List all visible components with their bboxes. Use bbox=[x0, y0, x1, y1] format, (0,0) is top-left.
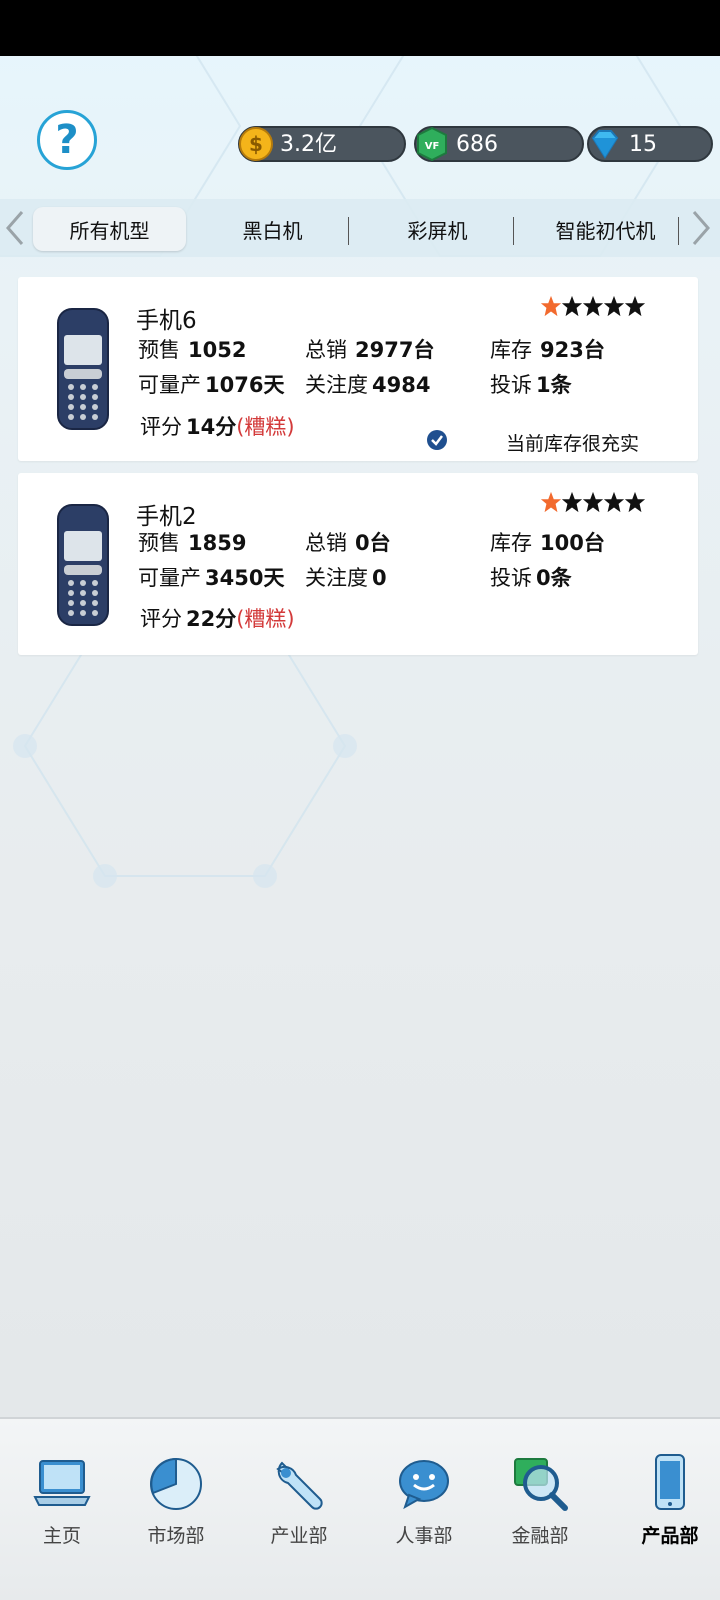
gold-value: 3.2亿 bbox=[280, 132, 337, 157]
tab-early-smartphone[interactable]: 智能初代机 bbox=[523, 207, 688, 251]
tab-divider bbox=[678, 217, 679, 245]
gold-coin-icon: $ bbox=[239, 127, 273, 161]
phone-image bbox=[57, 504, 109, 626]
star-empty-icon bbox=[624, 491, 646, 513]
nav-home[interactable]: 主页 bbox=[12, 1453, 112, 1563]
checkmark-circle-icon[interactable] bbox=[426, 429, 448, 451]
tab-divider bbox=[513, 217, 514, 245]
total-sales-stat: 总销 0台 bbox=[305, 531, 391, 555]
rating-note: (糟糕) bbox=[236, 607, 295, 631]
nav-market[interactable]: 市场部 bbox=[126, 1453, 226, 1563]
producible-stat: 可量产 1076天 bbox=[138, 373, 285, 397]
product-name: 手机2 bbox=[136, 504, 197, 530]
nav-label: 产品部 bbox=[641, 1525, 699, 1547]
rating-stat: 评分 22分(糟糕) bbox=[140, 607, 295, 631]
star-rating bbox=[540, 295, 646, 317]
rating-stat: 评分 14分(糟糕) bbox=[140, 415, 295, 439]
complaints-stat: 投诉 1条 bbox=[490, 373, 572, 397]
nav-label: 主页 bbox=[42, 1525, 81, 1547]
stock-status-note: 当前库存很充实 bbox=[506, 433, 640, 455]
chevron-right-icon[interactable] bbox=[688, 207, 714, 249]
pie-chart-icon bbox=[150, 1457, 202, 1510]
wrench-icon bbox=[276, 1461, 323, 1510]
attention-stat: 关注度 4984 bbox=[305, 373, 431, 397]
nav-hr[interactable]: 人事部 bbox=[374, 1453, 474, 1563]
total-sales-stat: 总销 2977台 bbox=[305, 338, 435, 362]
nav-industry[interactable]: 产业部 bbox=[249, 1453, 349, 1563]
green-shield-icon: VF bbox=[417, 126, 447, 162]
attention-stat: 关注度 0 bbox=[305, 566, 387, 590]
product-name: 手机6 bbox=[136, 308, 197, 334]
complaints-stat: 投诉 0条 bbox=[490, 566, 572, 590]
stock-stat: 库存 923台 bbox=[490, 338, 605, 362]
green-value: 686 bbox=[456, 132, 498, 157]
green-currency[interactable]: VF 686 bbox=[414, 126, 584, 162]
star-empty-icon bbox=[624, 295, 646, 317]
help-button[interactable]: ? bbox=[37, 110, 97, 170]
phone-image bbox=[57, 308, 109, 430]
bottom-navigation: 主页 市场部 产业部 人事部 金融部 产品部 bbox=[0, 1417, 720, 1600]
phone-icon bbox=[655, 1454, 685, 1510]
product-card[interactable]: 手机6 预售 1052 总销 2977台 库存 923台 可量产 1076天 关注度 49… bbox=[18, 277, 698, 461]
laptop-icon bbox=[33, 1460, 91, 1506]
producible-stat: 可量产 3450天 bbox=[138, 566, 285, 590]
product-card[interactable]: 手机2 预售 1859 总销 0台 库存 100台 可量产 3450天 关注度 0 投诉 0… bbox=[18, 473, 698, 655]
presale-stat: 预售 1052 bbox=[138, 338, 247, 362]
gold-currency[interactable]: $ 3.2亿 bbox=[238, 126, 406, 162]
diamond-icon bbox=[591, 130, 619, 159]
star-filled-icon bbox=[540, 491, 562, 513]
svg-text:$: $ bbox=[249, 132, 263, 156]
star-empty-icon bbox=[561, 491, 583, 513]
star-empty-icon bbox=[603, 491, 625, 513]
tab-all-models[interactable]: 所有机型 bbox=[33, 207, 186, 251]
nav-label: 市场部 bbox=[147, 1525, 205, 1547]
status-bar bbox=[0, 0, 720, 56]
tab-color-screen[interactable]: 彩屏机 bbox=[360, 207, 515, 251]
chevron-left-icon[interactable] bbox=[2, 207, 28, 249]
star-empty-icon bbox=[603, 295, 625, 317]
magnifier-icon bbox=[514, 1458, 568, 1511]
star-rating bbox=[540, 491, 646, 513]
stock-stat: 库存 100台 bbox=[490, 531, 605, 555]
svg-text:VF: VF bbox=[425, 141, 440, 152]
nav-label: 人事部 bbox=[395, 1525, 453, 1547]
nav-finance[interactable]: 金融部 bbox=[490, 1453, 590, 1563]
question-mark-icon: ? bbox=[55, 117, 79, 163]
nav-label: 产业部 bbox=[270, 1525, 328, 1547]
rating-note: (糟糕) bbox=[236, 415, 295, 439]
gem-currency[interactable]: 15 bbox=[587, 126, 713, 162]
presale-stat: 预售 1859 bbox=[138, 531, 247, 555]
gem-value: 15 bbox=[629, 132, 657, 157]
star-empty-icon bbox=[561, 295, 583, 317]
nav-label: 金融部 bbox=[511, 1525, 569, 1547]
tab-monochrome[interactable]: 黑白机 bbox=[195, 207, 350, 251]
category-tab-bar: 所有机型 黑白机 彩屏机 智能初代机 bbox=[0, 199, 720, 257]
star-empty-icon bbox=[582, 491, 604, 513]
star-empty-icon bbox=[582, 295, 604, 317]
tab-divider bbox=[348, 217, 349, 245]
nav-product[interactable]: 产品部 bbox=[620, 1453, 720, 1563]
chat-smile-icon bbox=[399, 1460, 449, 1510]
background-hexagon-decoration bbox=[0, 56, 682, 888]
star-filled-icon bbox=[540, 295, 562, 317]
